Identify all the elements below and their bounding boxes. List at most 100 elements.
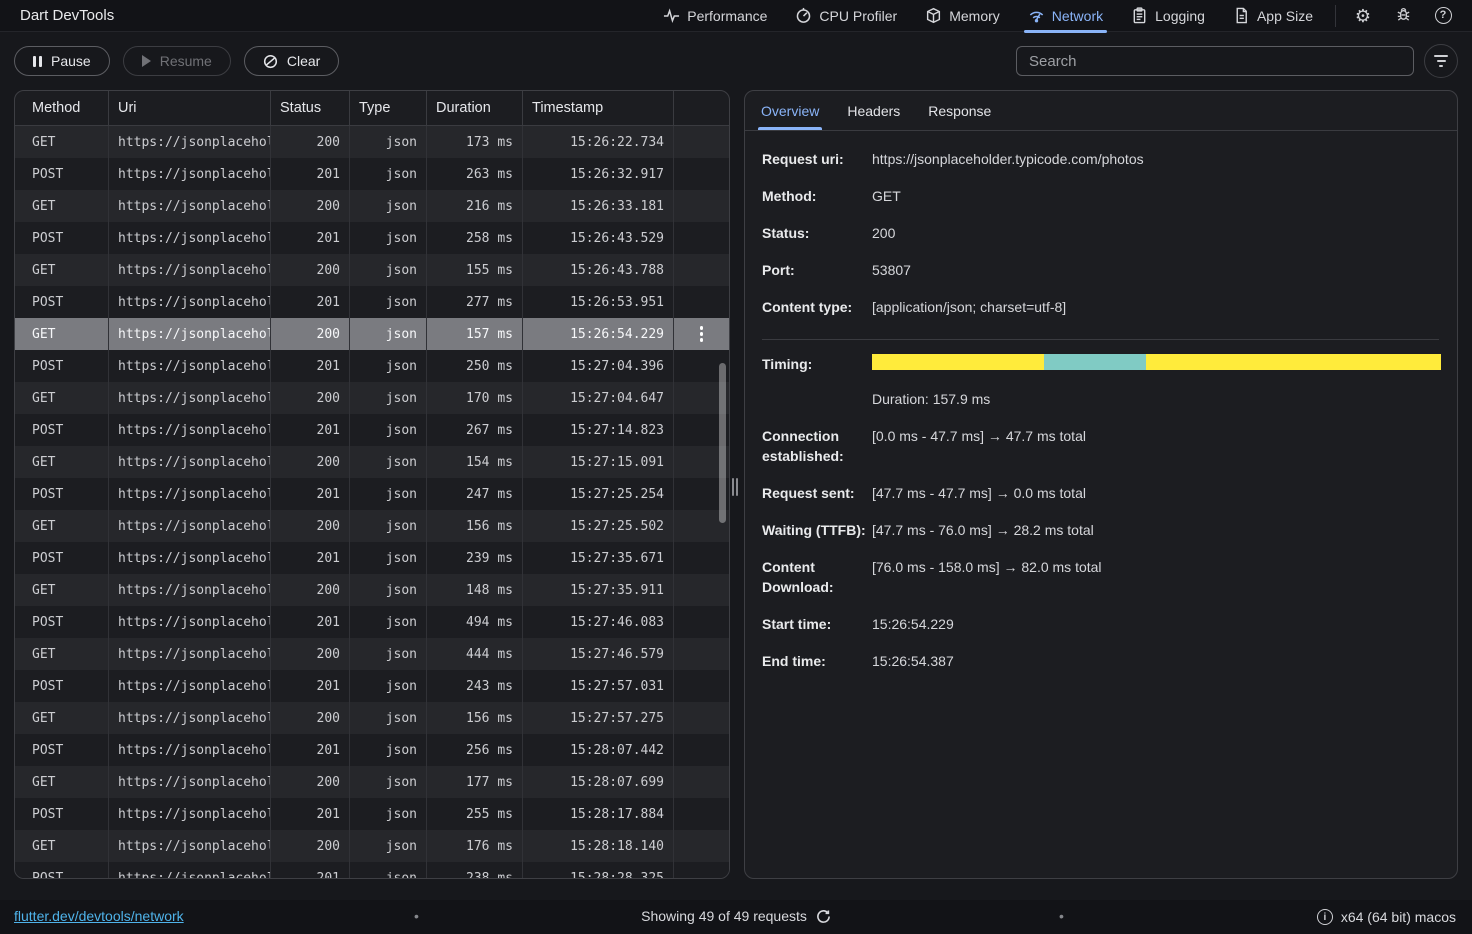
table-cell: 200 bbox=[271, 638, 350, 670]
table-cell: POST bbox=[15, 478, 109, 510]
row-actions-cell bbox=[674, 158, 729, 190]
table-row[interactable]: GEThttps://jsonplaceholde200json170 ms15… bbox=[15, 382, 729, 414]
tab-label: CPU Profiler bbox=[819, 8, 897, 24]
requests-count-label: Showing 49 of 49 requests bbox=[641, 908, 807, 924]
table-row[interactable]: GEThttps://jsonplaceholde200json148 ms15… bbox=[15, 574, 729, 606]
table-row[interactable]: GEThttps://jsonplaceholde200json176 ms15… bbox=[15, 830, 729, 862]
field-label: Waiting (TTFB): bbox=[762, 520, 872, 540]
table-row[interactable]: GEThttps://jsonplaceholde200json156 ms15… bbox=[15, 510, 729, 542]
resume-label: Resume bbox=[160, 53, 212, 69]
table-cell: https://jsonplaceholde bbox=[109, 158, 271, 190]
column-header[interactable]: Status bbox=[271, 91, 350, 125]
table-row[interactable]: POSThttps://jsonplaceholde201json256 ms1… bbox=[15, 734, 729, 766]
table-cell: POST bbox=[15, 542, 109, 574]
table-cell: json bbox=[350, 542, 427, 574]
table-row[interactable]: GEThttps://jsonplaceholde200json157 ms15… bbox=[15, 318, 729, 350]
table-cell: json bbox=[350, 222, 427, 254]
tab-memory[interactable]: Memory bbox=[911, 0, 1014, 32]
column-header[interactable] bbox=[674, 91, 729, 125]
filter-icon bbox=[1434, 55, 1448, 57]
table-row[interactable]: POSThttps://jsonplaceholde201json239 ms1… bbox=[15, 542, 729, 574]
table-row[interactable]: GEThttps://jsonplaceholde200json155 ms15… bbox=[15, 254, 729, 286]
table-cell: 15:26:54.229 bbox=[523, 318, 674, 350]
column-header[interactable]: Uri bbox=[109, 91, 271, 125]
tab-response[interactable]: Response bbox=[914, 91, 1005, 130]
clear-button[interactable]: Clear bbox=[244, 46, 339, 76]
field-value: [47.7 ms - 47.7 ms] → 0.0 ms total bbox=[872, 483, 1439, 503]
play-icon bbox=[142, 55, 151, 67]
field-value: 53807 bbox=[872, 260, 1439, 280]
top-nav: Performance CPU Profiler Memory Network … bbox=[649, 0, 1327, 32]
tab-app-size[interactable]: App Size bbox=[1219, 0, 1327, 32]
table-row[interactable]: POSThttps://jsonplaceholde201json267 ms1… bbox=[15, 414, 729, 446]
column-header[interactable]: Type bbox=[350, 91, 427, 125]
row-actions-cell bbox=[674, 574, 729, 606]
column-header[interactable]: Timestamp bbox=[523, 91, 674, 125]
requests-table-header: MethodUriStatusTypeDurationTimestamp bbox=[15, 91, 729, 126]
tab-logging[interactable]: Logging bbox=[1117, 0, 1219, 32]
table-cell: 15:27:46.083 bbox=[523, 606, 674, 638]
table-cell: 243 ms bbox=[427, 670, 523, 702]
tab-headers[interactable]: Headers bbox=[833, 91, 914, 130]
field-label: Connection established: bbox=[762, 426, 872, 466]
table-cell: json bbox=[350, 254, 427, 286]
resume-button[interactable]: Resume bbox=[123, 46, 231, 76]
table-cell: 494 ms bbox=[427, 606, 523, 638]
table-row[interactable]: POSThttps://jsonplaceholde201json494 ms1… bbox=[15, 606, 729, 638]
table-row[interactable]: POSThttps://jsonplaceholde201json258 ms1… bbox=[15, 222, 729, 254]
field-value: https://jsonplaceholder.typicode.com/pho… bbox=[872, 149, 1439, 169]
table-cell: json bbox=[350, 574, 427, 606]
table-cell: GET bbox=[15, 190, 109, 222]
field-label: Content Download: bbox=[762, 557, 872, 597]
table-row[interactable]: POSThttps://jsonplaceholde201json247 ms1… bbox=[15, 478, 729, 510]
table-cell: json bbox=[350, 190, 427, 222]
table-row[interactable]: POSThttps://jsonplaceholde201json250 ms1… bbox=[15, 350, 729, 382]
table-cell: json bbox=[350, 638, 427, 670]
table-row[interactable]: POSThttps://jsonplaceholde201json243 ms1… bbox=[15, 670, 729, 702]
settings-button[interactable]: ⚙ bbox=[1350, 3, 1376, 29]
table-row[interactable]: GEThttps://jsonplaceholde200json156 ms15… bbox=[15, 702, 729, 734]
panel-splitter[interactable] bbox=[732, 478, 740, 496]
tab-label: App Size bbox=[1257, 8, 1313, 24]
table-cell: 200 bbox=[271, 830, 350, 862]
table-row[interactable]: GEThttps://jsonplaceholde200json444 ms15… bbox=[15, 638, 729, 670]
info-icon[interactable]: i bbox=[1317, 909, 1333, 925]
table-row[interactable]: POSThttps://jsonplaceholde201json277 ms1… bbox=[15, 286, 729, 318]
table-cell: 15:28:07.442 bbox=[523, 734, 674, 766]
table-row[interactable]: GEThttps://jsonplaceholde200json177 ms15… bbox=[15, 766, 729, 798]
table-row[interactable]: POSThttps://jsonplaceholde201json255 ms1… bbox=[15, 798, 729, 830]
table-cell: 267 ms bbox=[427, 414, 523, 446]
table-scrollbar[interactable] bbox=[719, 363, 726, 523]
gear-icon: ⚙ bbox=[1355, 7, 1371, 25]
table-cell: 15:27:35.671 bbox=[523, 542, 674, 574]
table-row[interactable]: POSThttps://jsonplaceholde201json238 ms1… bbox=[15, 862, 729, 879]
table-cell: json bbox=[350, 606, 427, 638]
table-cell: 148 ms bbox=[427, 574, 523, 606]
help-button[interactable]: ? bbox=[1430, 3, 1456, 29]
table-row[interactable]: GEThttps://jsonplaceholde200json173 ms15… bbox=[15, 126, 729, 158]
topbar-actions: ⚙ ? bbox=[1344, 3, 1472, 29]
tab-overview[interactable]: Overview bbox=[747, 91, 833, 130]
report-bug-button[interactable] bbox=[1390, 3, 1416, 29]
tab-network[interactable]: Network bbox=[1014, 0, 1117, 32]
filter-button[interactable] bbox=[1424, 44, 1458, 78]
tab-label: Logging bbox=[1155, 8, 1205, 24]
field-label: End time: bbox=[762, 651, 872, 671]
row-actions-cell bbox=[674, 318, 729, 350]
table-cell: json bbox=[350, 286, 427, 318]
field-end-time: End time: 15:26:54.387 bbox=[762, 651, 1439, 671]
refresh-icon[interactable] bbox=[816, 909, 831, 924]
tab-performance[interactable]: Performance bbox=[649, 0, 781, 32]
column-header[interactable]: Duration bbox=[427, 91, 523, 125]
field-label: Request uri: bbox=[762, 149, 872, 169]
table-cell: https://jsonplaceholde bbox=[109, 542, 271, 574]
table-row[interactable]: GEThttps://jsonplaceholde200json154 ms15… bbox=[15, 446, 729, 478]
search-input[interactable] bbox=[1016, 46, 1414, 76]
row-menu-icon[interactable] bbox=[696, 322, 708, 346]
table-row[interactable]: POSThttps://jsonplaceholde201json263 ms1… bbox=[15, 158, 729, 190]
table-row[interactable]: GEThttps://jsonplaceholde200json216 ms15… bbox=[15, 190, 729, 222]
tab-cpu-profiler[interactable]: CPU Profiler bbox=[781, 0, 911, 32]
column-header[interactable]: Method bbox=[15, 91, 109, 125]
row-actions-cell bbox=[674, 542, 729, 574]
pause-button[interactable]: Pause bbox=[14, 46, 110, 76]
